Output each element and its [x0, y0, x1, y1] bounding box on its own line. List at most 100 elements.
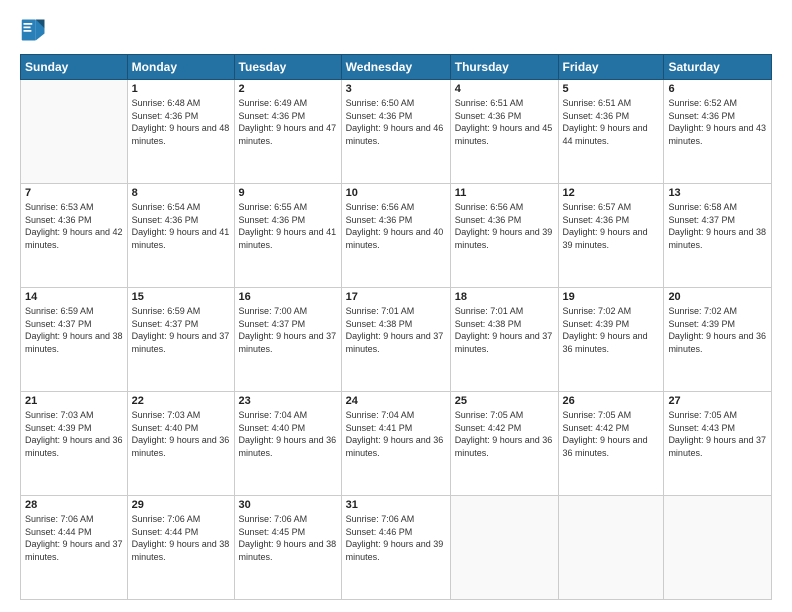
day-number: 16: [239, 291, 337, 303]
day-number: 21: [25, 395, 123, 407]
day-info: Sunrise: 7:05 AMSunset: 4:43 PMDaylight:…: [668, 409, 767, 459]
day-number: 14: [25, 291, 123, 303]
day-number: 29: [132, 499, 230, 511]
day-info: Sunrise: 7:06 AMSunset: 4:44 PMDaylight:…: [132, 513, 230, 563]
day-info: Sunrise: 6:50 AMSunset: 4:36 PMDaylight:…: [346, 97, 446, 147]
day-number: 3: [346, 83, 446, 95]
day-info: Sunrise: 6:53 AMSunset: 4:36 PMDaylight:…: [25, 201, 123, 251]
weekday-header: Friday: [558, 55, 664, 80]
calendar-cell: 18Sunrise: 7:01 AMSunset: 4:38 PMDayligh…: [450, 288, 558, 392]
day-number: 19: [563, 291, 660, 303]
weekday-header: Monday: [127, 55, 234, 80]
calendar-cell: 20Sunrise: 7:02 AMSunset: 4:39 PMDayligh…: [664, 288, 772, 392]
calendar-cell: [21, 80, 128, 184]
weekday-header: Sunday: [21, 55, 128, 80]
day-number: 30: [239, 499, 337, 511]
day-info: Sunrise: 6:58 AMSunset: 4:37 PMDaylight:…: [668, 201, 767, 251]
calendar-cell: 15Sunrise: 6:59 AMSunset: 4:37 PMDayligh…: [127, 288, 234, 392]
day-number: 27: [668, 395, 767, 407]
calendar-week-row: 21 Sunrise: 7:03 AMSunset: 4:39 PMDayligh…: [21, 392, 772, 496]
day-info: Sunrise: 6:56 AMSunset: 4:36 PMDaylight:…: [455, 201, 554, 251]
day-number: 28: [25, 499, 123, 511]
calendar-cell: 2 Sunrise: 6:49 AMSunset: 4:36 PMDaylight…: [234, 80, 341, 184]
day-number: 31: [346, 499, 446, 511]
day-info: Sunrise: 7:02 AMSunset: 4:39 PMDaylight:…: [563, 305, 660, 355]
calendar-cell: 25 Sunrise: 7:05 AMSunset: 4:42 PMDayligh…: [450, 392, 558, 496]
day-number: 23: [239, 395, 337, 407]
calendar-cell: 4 Sunrise: 6:51 AMSunset: 4:36 PMDaylight…: [450, 80, 558, 184]
day-info: Sunrise: 6:59 AMSunset: 4:37 PMDaylight:…: [25, 305, 123, 355]
day-info: Sunrise: 7:04 AMSunset: 4:41 PMDaylight:…: [346, 409, 446, 459]
calendar-cell: 23Sunrise: 7:04 AMSunset: 4:40 PMDayligh…: [234, 392, 341, 496]
calendar-cell: 22 Sunrise: 7:03 AMSunset: 4:40 PMDayligh…: [127, 392, 234, 496]
calendar-week-row: 1 Sunrise: 6:48 AMSunset: 4:36 PMDaylight…: [21, 80, 772, 184]
day-info: Sunrise: 7:03 AMSunset: 4:40 PMDaylight:…: [132, 409, 230, 459]
calendar-body: 1 Sunrise: 6:48 AMSunset: 4:36 PMDaylight…: [21, 80, 772, 600]
day-number: 7: [25, 187, 123, 199]
calendar-cell: 12Sunrise: 6:57 AMSunset: 4:36 PMDayligh…: [558, 184, 664, 288]
calendar-cell: 28Sunrise: 7:06 AMSunset: 4:44 PMDayligh…: [21, 496, 128, 600]
calendar-cell: 5 Sunrise: 6:51 AMSunset: 4:36 PMDaylight…: [558, 80, 664, 184]
calendar-cell: [558, 496, 664, 600]
day-number: 2: [239, 83, 337, 95]
header: [20, 16, 772, 44]
weekday-header: Saturday: [664, 55, 772, 80]
day-info: Sunrise: 7:03 AMSunset: 4:39 PMDaylight:…: [25, 409, 123, 459]
calendar-cell: 10 Sunrise: 6:56 AMSunset: 4:36 PMDayligh…: [341, 184, 450, 288]
calendar-cell: 26Sunrise: 7:05 AMSunset: 4:42 PMDayligh…: [558, 392, 664, 496]
day-number: 24: [346, 395, 446, 407]
day-number: 10: [346, 187, 446, 199]
day-info: Sunrise: 6:56 AMSunset: 4:36 PMDaylight:…: [346, 201, 446, 251]
day-info: Sunrise: 7:06 AMSunset: 4:45 PMDaylight:…: [239, 513, 337, 563]
day-info: Sunrise: 7:05 AMSunset: 4:42 PMDaylight:…: [455, 409, 554, 459]
day-info: Sunrise: 7:01 AMSunset: 4:38 PMDaylight:…: [455, 305, 554, 355]
day-number: 13: [668, 187, 767, 199]
weekday-header: Tuesday: [234, 55, 341, 80]
page: SundayMondayTuesdayWednesdayThursdayFrid…: [0, 0, 792, 612]
day-number: 17: [346, 291, 446, 303]
calendar-cell: 16 Sunrise: 7:00 AMSunset: 4:37 PMDayligh…: [234, 288, 341, 392]
day-number: 1: [132, 83, 230, 95]
day-info: Sunrise: 6:48 AMSunset: 4:36 PMDaylight:…: [132, 97, 230, 147]
calendar-cell: 17Sunrise: 7:01 AMSunset: 4:38 PMDayligh…: [341, 288, 450, 392]
day-number: 4: [455, 83, 554, 95]
day-number: 15: [132, 291, 230, 303]
calendar-cell: 24 Sunrise: 7:04 AMSunset: 4:41 PMDayligh…: [341, 392, 450, 496]
calendar-cell: [664, 496, 772, 600]
logo: [20, 16, 52, 44]
calendar-cell: 21 Sunrise: 7:03 AMSunset: 4:39 PMDayligh…: [21, 392, 128, 496]
calendar-table: SundayMondayTuesdayWednesdayThursdayFrid…: [20, 54, 772, 600]
calendar-cell: 31 Sunrise: 7:06 AMSunset: 4:46 PMDayligh…: [341, 496, 450, 600]
day-number: 25: [455, 395, 554, 407]
calendar-cell: 11 Sunrise: 6:56 AMSunset: 4:36 PMDayligh…: [450, 184, 558, 288]
calendar-cell: 13 Sunrise: 6:58 AMSunset: 4:37 PMDayligh…: [664, 184, 772, 288]
calendar-cell: 6Sunrise: 6:52 AMSunset: 4:36 PMDaylight…: [664, 80, 772, 184]
day-info: Sunrise: 6:57 AMSunset: 4:36 PMDaylight:…: [563, 201, 660, 251]
day-info: Sunrise: 6:49 AMSunset: 4:36 PMDaylight:…: [239, 97, 337, 147]
day-info: Sunrise: 7:06 AMSunset: 4:46 PMDaylight:…: [346, 513, 446, 563]
day-info: Sunrise: 6:51 AMSunset: 4:36 PMDaylight:…: [455, 97, 554, 147]
calendar-week-row: 14 Sunrise: 6:59 AMSunset: 4:37 PMDayligh…: [21, 288, 772, 392]
calendar-week-row: 28 Sunrise: 7:06 AMSunset: 4:44 PMDayligh…: [21, 496, 772, 600]
day-info: Sunrise: 6:51 AMSunset: 4:36 PMDaylight:…: [563, 97, 660, 147]
calendar-cell: 27 Sunrise: 7:05 AMSunset: 4:43 PMDayligh…: [664, 392, 772, 496]
calendar-header: SundayMondayTuesdayWednesdayThursdayFrid…: [21, 55, 772, 80]
day-number: 5: [563, 83, 660, 95]
day-number: 11: [455, 187, 554, 199]
day-info: Sunrise: 7:02 AMSunset: 4:39 PMDaylight:…: [668, 305, 767, 355]
calendar-cell: 7 Sunrise: 6:53 AMSunset: 4:36 PMDaylight…: [21, 184, 128, 288]
weekday-row: SundayMondayTuesdayWednesdayThursdayFrid…: [21, 55, 772, 80]
day-number: 26: [563, 395, 660, 407]
calendar-cell: 14 Sunrise: 6:59 AMSunset: 4:37 PMDayligh…: [21, 288, 128, 392]
calendar-cell: 19 Sunrise: 7:02 AMSunset: 4:39 PMDayligh…: [558, 288, 664, 392]
day-info: Sunrise: 7:00 AMSunset: 4:37 PMDaylight:…: [239, 305, 337, 355]
calendar-cell: [450, 496, 558, 600]
day-info: Sunrise: 6:54 AMSunset: 4:36 PMDaylight:…: [132, 201, 230, 251]
weekday-header: Wednesday: [341, 55, 450, 80]
calendar-cell: 8Sunrise: 6:54 AMSunset: 4:36 PMDaylight…: [127, 184, 234, 288]
calendar-cell: 3 Sunrise: 6:50 AMSunset: 4:36 PMDaylight…: [341, 80, 450, 184]
calendar-cell: 9Sunrise: 6:55 AMSunset: 4:36 PMDaylight…: [234, 184, 341, 288]
day-info: Sunrise: 6:55 AMSunset: 4:36 PMDaylight:…: [239, 201, 337, 251]
calendar-week-row: 7 Sunrise: 6:53 AMSunset: 4:36 PMDaylight…: [21, 184, 772, 288]
day-number: 22: [132, 395, 230, 407]
